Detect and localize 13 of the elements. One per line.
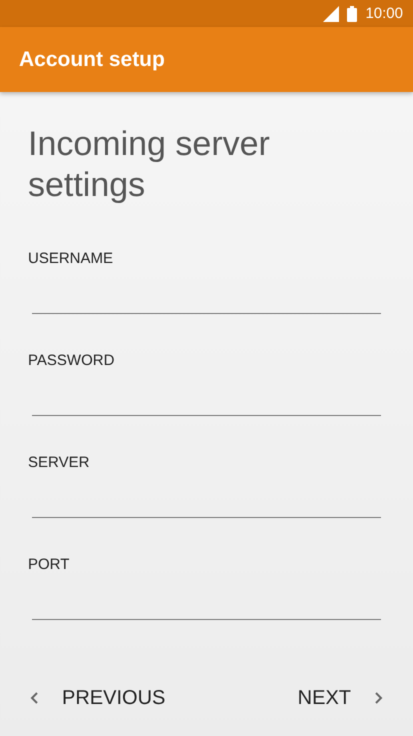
field-label: PASSWORD bbox=[28, 352, 116, 369]
next-button[interactable]: NEXT bbox=[292, 680, 389, 716]
page-heading: Incoming server settings bbox=[28, 124, 271, 206]
battery-icon bbox=[347, 6, 358, 22]
chevron-left-icon bbox=[30, 692, 38, 704]
app-bar-title: Account setup bbox=[19, 48, 165, 72]
field-label: SERVER bbox=[28, 454, 90, 471]
previous-button[interactable]: PREVIOUS bbox=[24, 680, 172, 716]
field-label: USERNAME bbox=[28, 250, 114, 267]
clock-time: 10:00 bbox=[365, 5, 403, 22]
field-label: PORT bbox=[28, 556, 70, 573]
chevron-right-icon bbox=[375, 692, 383, 704]
signal-icon bbox=[323, 6, 340, 22]
